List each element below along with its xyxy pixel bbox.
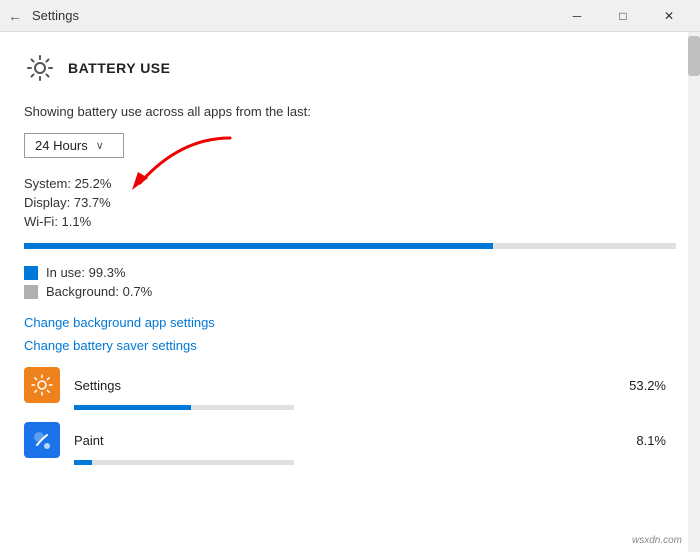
usage-progress-fill [24,243,493,249]
titlebar: ← Settings ─ □ ✕ [0,0,700,32]
window-controls: ─ □ ✕ [554,0,692,32]
paint-app-icon [24,422,60,458]
page-title: BATTERY USE [68,60,170,76]
main-panel: BATTERY USE Showing battery use across a… [0,32,700,552]
usage-progress-section [24,243,676,249]
paint-app-bar-fill [74,460,92,465]
scrollbar-track[interactable] [688,32,700,552]
list-item: Paint 8.1% [24,422,676,458]
settings-app-bar-fill [74,405,191,410]
stats-section: System: 25.2% Display: 73.7% Wi-Fi: 1.1% [24,176,676,229]
legend-gray-box [24,285,38,299]
maximize-button[interactable]: □ [600,0,646,32]
stat-wifi: Wi-Fi: 1.1% [24,214,676,229]
app-name-paint: Paint [74,433,636,448]
scrollbar-thumb[interactable] [688,36,700,76]
links-section: Change background app settings Change ba… [24,315,676,353]
usage-progress-bar [24,243,676,249]
legend-section: In use: 99.3% Background: 0.7% [24,265,676,299]
stat-display: Display: 73.7% [24,195,676,210]
time-range-dropdown[interactable]: 24 Hours ∨ [24,133,124,158]
app-percent-paint: 8.1% [636,433,666,448]
minimize-button[interactable]: ─ [554,0,600,32]
app-list: Settings 53.2% Paint 8.1% [24,367,676,465]
paint-app-bar [74,460,294,465]
stat-system: System: 25.2% [24,176,676,191]
legend-background: Background: 0.7% [24,284,676,299]
legend-inuse: In use: 99.3% [24,265,676,280]
dropdown-value: 24 Hours [35,138,88,153]
legend-inuse-label: In use: 99.3% [46,265,126,280]
settings-app-icon [24,367,60,403]
change-battery-saver-link[interactable]: Change battery saver settings [24,338,676,353]
paint-app-bar-row [74,460,676,465]
close-button[interactable]: ✕ [646,0,692,32]
content-area: BATTERY USE Showing battery use across a… [0,32,700,552]
app-percent-settings: 53.2% [629,378,666,393]
legend-blue-box [24,266,38,280]
description-text: Showing battery use across all apps from… [24,104,676,119]
app-name-settings: Settings [74,378,629,393]
chevron-down-icon: ∨ [96,139,104,152]
watermark: wsxdn.com [632,535,682,546]
list-item: Settings 53.2% [24,367,676,403]
page-header: BATTERY USE [24,52,676,84]
legend-background-label: Background: 0.7% [46,284,152,299]
battery-gear-icon [24,52,56,84]
settings-app-bar-row [74,405,676,410]
window-title: Settings [32,8,79,23]
settings-app-bar [74,405,294,410]
back-button[interactable]: ← [8,8,22,24]
change-background-link[interactable]: Change background app settings [24,315,676,330]
